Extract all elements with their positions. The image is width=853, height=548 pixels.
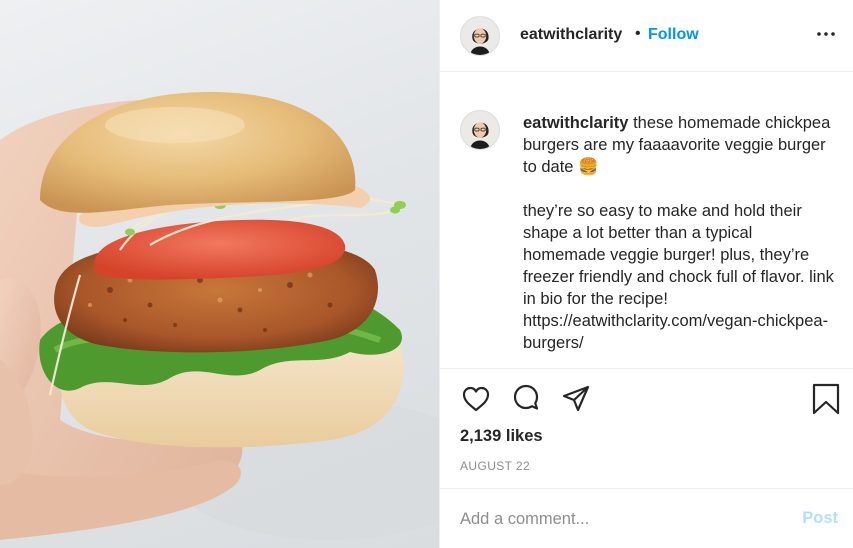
post-comment-button[interactable]: Post: [802, 509, 838, 528]
post-photo[interactable]: [0, 0, 439, 548]
share-icon: [562, 385, 590, 412]
avatar-image: [461, 111, 499, 149]
post-actions: 2,139 likes AUGUST 22: [440, 368, 853, 488]
save-button[interactable]: [810, 383, 842, 415]
comment-button[interactable]: [510, 383, 542, 415]
comment-icon: [513, 384, 539, 410]
post-date[interactable]: AUGUST 22: [460, 459, 530, 473]
share-button[interactable]: [560, 383, 592, 415]
caption-text-2: they’re so easy to make and hold their s…: [523, 202, 834, 352]
burger-photo: [0, 92, 439, 540]
post-caption: eatwithclarity these homemade chickpea b…: [523, 112, 838, 354]
more-options-icon[interactable]: [814, 22, 838, 46]
caption-username[interactable]: eatwithclarity: [523, 114, 628, 132]
post-details-panel: eatwithclarity • Follow eatwithclarity t…: [439, 0, 853, 548]
comment-input[interactable]: [460, 507, 780, 531]
post-header: eatwithclarity • Follow: [440, 0, 853, 72]
header-username[interactable]: eatwithclarity: [520, 26, 622, 44]
comment-bar: Post: [440, 488, 853, 548]
heart-icon: [462, 386, 490, 412]
likes-count[interactable]: 2,139 likes: [460, 427, 543, 446]
caption-area: eatwithclarity these homemade chickpea b…: [440, 72, 853, 368]
caption-avatar[interactable]: [460, 110, 500, 150]
separator-dot: •: [635, 25, 641, 42]
avatar-image: [461, 17, 499, 55]
instagram-post: eatwithclarity • Follow eatwithclarity t…: [0, 0, 853, 548]
bookmark-icon: [812, 383, 840, 415]
follow-button[interactable]: Follow: [648, 26, 699, 44]
like-button[interactable]: [460, 383, 492, 415]
avatar[interactable]: [460, 16, 500, 56]
